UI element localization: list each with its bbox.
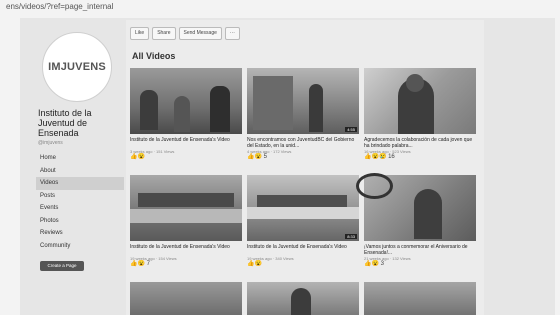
- video-card[interactable]: 4:55 Nos encontramos con JuventudBC del …: [247, 68, 359, 161]
- video-thumbnail[interactable]: [130, 68, 242, 134]
- video-thumbnail[interactable]: 8:33: [247, 175, 359, 241]
- video-thumbnail[interactable]: 4:55: [247, 68, 359, 134]
- video-card[interactable]: [130, 282, 242, 315]
- videos-panel: Like Share Send Message ··· All Videos I…: [126, 20, 484, 315]
- send-message-button[interactable]: Send Message: [178, 27, 222, 40]
- video-duration: 4:55: [345, 127, 357, 132]
- video-title[interactable]: Instituto de la Juventud de Ensenada's V…: [130, 244, 242, 256]
- video-reactions[interactable]: 👍😮: [247, 261, 359, 268]
- nav-item-photos[interactable]: Photos: [36, 215, 124, 228]
- section-title: All Videos: [132, 51, 176, 61]
- video-card[interactable]: Instituto de la Juventud de Ensenada's V…: [130, 175, 242, 268]
- video-thumbnail[interactable]: [130, 175, 242, 241]
- video-reactions[interactable]: 👍😮 5: [247, 154, 359, 161]
- nav-item-reviews[interactable]: Reviews: [36, 227, 124, 240]
- nav-item-home[interactable]: Home: [36, 152, 124, 165]
- nav-item-community[interactable]: Community: [36, 240, 124, 253]
- video-title[interactable]: ¡Vamos juntos a conmemorar el Aniversari…: [364, 244, 476, 256]
- more-options-button[interactable]: ···: [224, 27, 240, 40]
- video-title[interactable]: Nos encontramos con JuventudBC del Gobie…: [247, 137, 359, 149]
- video-thumbnail[interactable]: [247, 282, 359, 315]
- share-button[interactable]: Share: [152, 27, 176, 40]
- video-title[interactable]: Instituto de la Juventud de Ensenada's V…: [247, 244, 359, 256]
- video-reactions[interactable]: 👍😮 7: [130, 261, 242, 268]
- video-thumbnail[interactable]: [130, 282, 242, 315]
- page-logo[interactable]: IMJUVENS: [42, 32, 112, 102]
- video-reactions[interactable]: 👍😮😢 16: [364, 154, 476, 161]
- video-card[interactable]: [247, 282, 359, 315]
- video-title[interactable]: Agradecemos la colaboración de cada jove…: [364, 137, 476, 149]
- nav-item-events[interactable]: Events: [36, 202, 124, 215]
- page-name[interactable]: Instituto de la Juventud de Ensenada: [38, 108, 124, 138]
- video-card[interactable]: Instituto de la Juventud de Ensenada's V…: [130, 68, 242, 161]
- page-sidebar: IMJUVENS Instituto de la Juventud de Ens…: [32, 28, 124, 315]
- video-duration: 8:33: [345, 234, 357, 239]
- video-thumbnail[interactable]: [364, 68, 476, 134]
- address-bar-url[interactable]: ens/videos/?ref=page_internal: [6, 2, 113, 11]
- logo-text: IMJUVENS: [48, 61, 106, 73]
- page-nav: Home About Videos Posts Events Photos Re…: [36, 152, 124, 252]
- video-title[interactable]: Instituto de la Juventud de Ensenada's V…: [130, 137, 242, 149]
- video-reactions[interactable]: 👍😮 3: [364, 261, 476, 268]
- video-reactions[interactable]: 👍😮: [130, 154, 242, 161]
- like-button[interactable]: Like: [130, 27, 150, 40]
- nav-item-videos[interactable]: Videos: [36, 177, 124, 190]
- nav-item-about[interactable]: About: [36, 165, 124, 178]
- page-handle: @imjuvens: [38, 140, 63, 146]
- video-card[interactable]: [364, 282, 476, 315]
- page-actions: Like Share Send Message ···: [130, 27, 240, 40]
- video-thumbnail[interactable]: [364, 282, 476, 315]
- video-card[interactable]: 8:33 Instituto de la Juventud de Ensenad…: [247, 175, 359, 268]
- highlight-circle: [356, 173, 393, 199]
- create-page-button[interactable]: Create a Page: [40, 261, 84, 271]
- video-card[interactable]: Agradecemos la colaboración de cada jove…: [364, 68, 476, 161]
- nav-item-posts[interactable]: Posts: [36, 190, 124, 203]
